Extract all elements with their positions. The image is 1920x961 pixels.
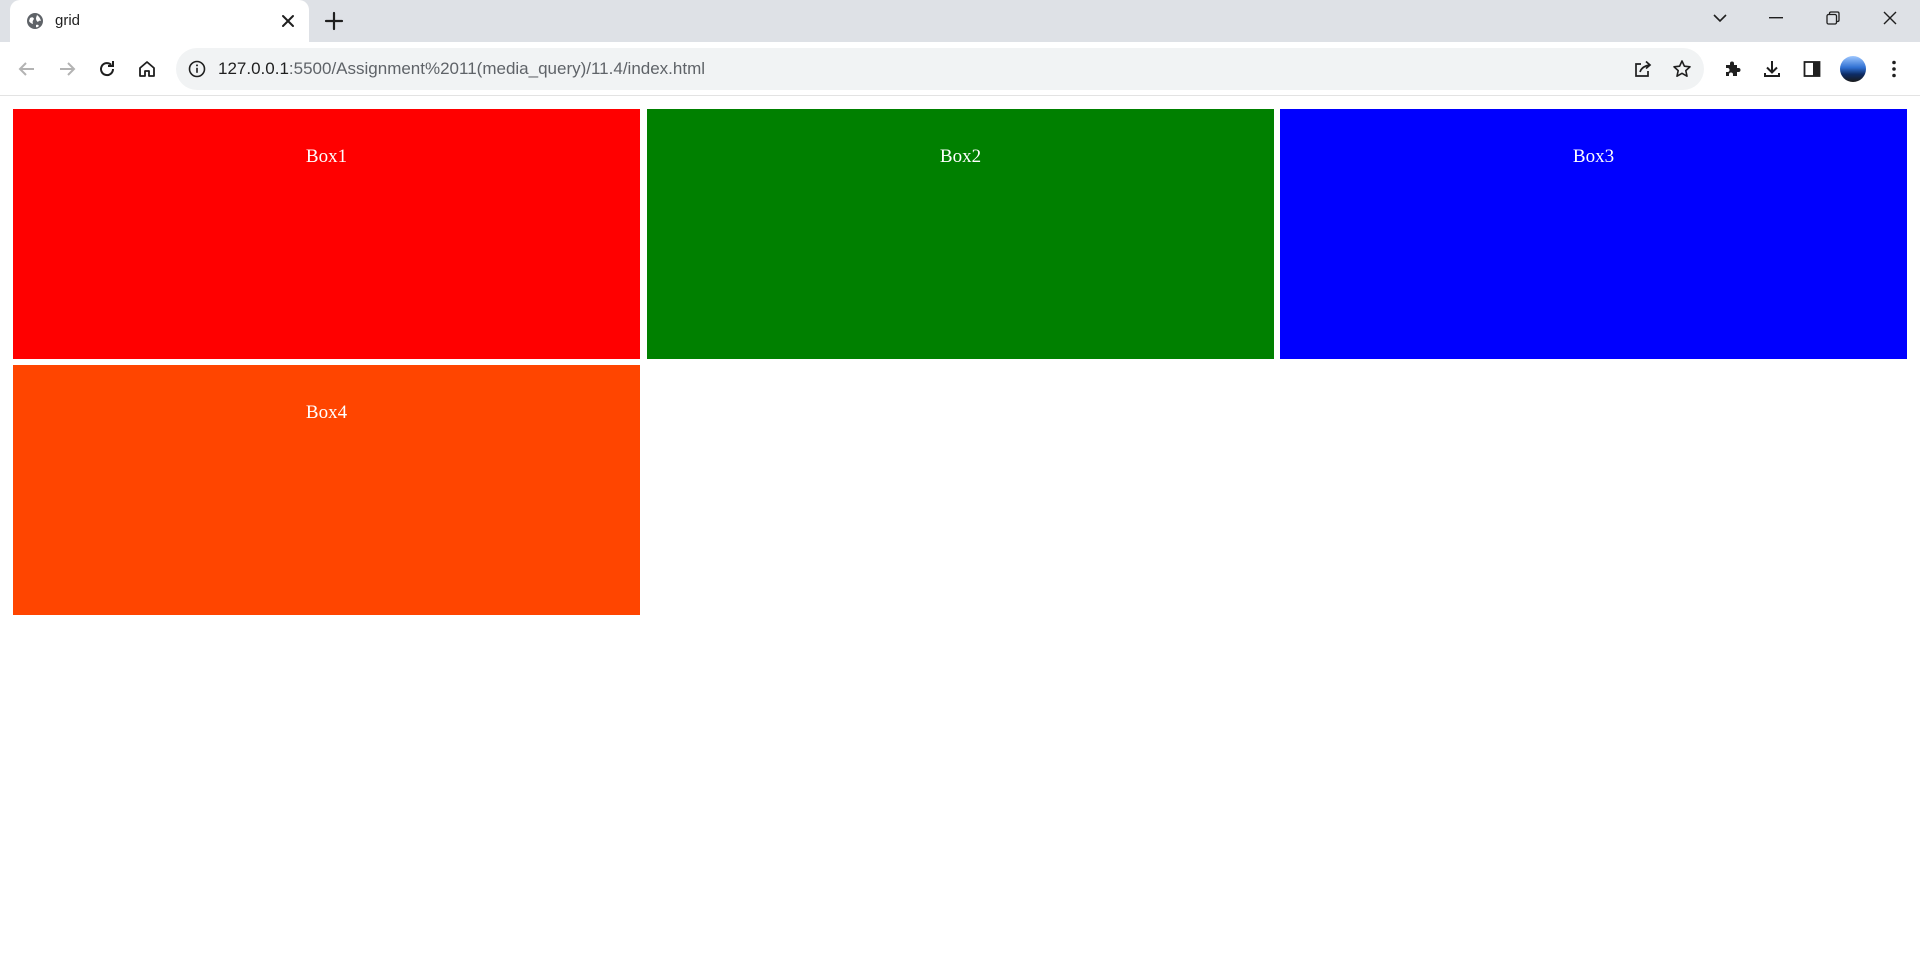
share-icon[interactable] [1631,57,1655,81]
arrow-left-icon[interactable] [11,53,43,85]
box-4-label: Box4 [305,402,348,423]
box-1: Box1 [13,109,640,359]
side-panel-icon[interactable] [1796,53,1828,85]
kebab-menu-icon[interactable] [1878,53,1910,85]
close-tab-icon[interactable] [280,13,296,29]
home-icon[interactable] [131,53,163,85]
minimize-icon[interactable] [1753,0,1799,36]
url-host: 127.0.0.1 [218,59,289,78]
box-1-label: Box1 [305,146,348,167]
page-content: Box1 Box2 Box3 Box4 [0,97,1920,961]
arrow-right-icon[interactable] [51,53,83,85]
reload-icon[interactable] [91,53,123,85]
box-4: Box4 [13,365,640,615]
address-bar[interactable]: 127.0.0.1:5500/Assignment%2011(media_que… [176,48,1704,90]
download-icon[interactable] [1756,53,1788,85]
box-3: Box3 [1280,109,1907,359]
star-icon[interactable] [1670,57,1694,81]
restore-icon[interactable] [1810,0,1856,36]
url-path: :5500/Assignment%2011(media_query)/11.4/… [288,59,706,78]
tab-search-icon[interactable] [1697,0,1743,36]
profile-avatar[interactable] [1840,56,1866,82]
box-2-label: Box2 [939,146,982,167]
new-tab-icon[interactable] [322,9,346,33]
info-icon[interactable] [188,60,206,78]
close-window-icon[interactable] [1867,0,1913,36]
tab-strip: grid [0,0,1920,42]
puzzle-icon[interactable] [1716,53,1748,85]
box-2: Box2 [647,109,1274,359]
globe-icon [26,12,44,30]
box-3-label: Box3 [1572,146,1615,167]
browser-toolbar: 127.0.0.1:5500/Assignment%2011(media_que… [0,42,1920,96]
tab-title: grid [55,12,81,29]
url-text[interactable]: 127.0.0.1:5500/Assignment%2011(media_que… [218,59,705,79]
browser-tab[interactable]: grid [10,0,309,42]
